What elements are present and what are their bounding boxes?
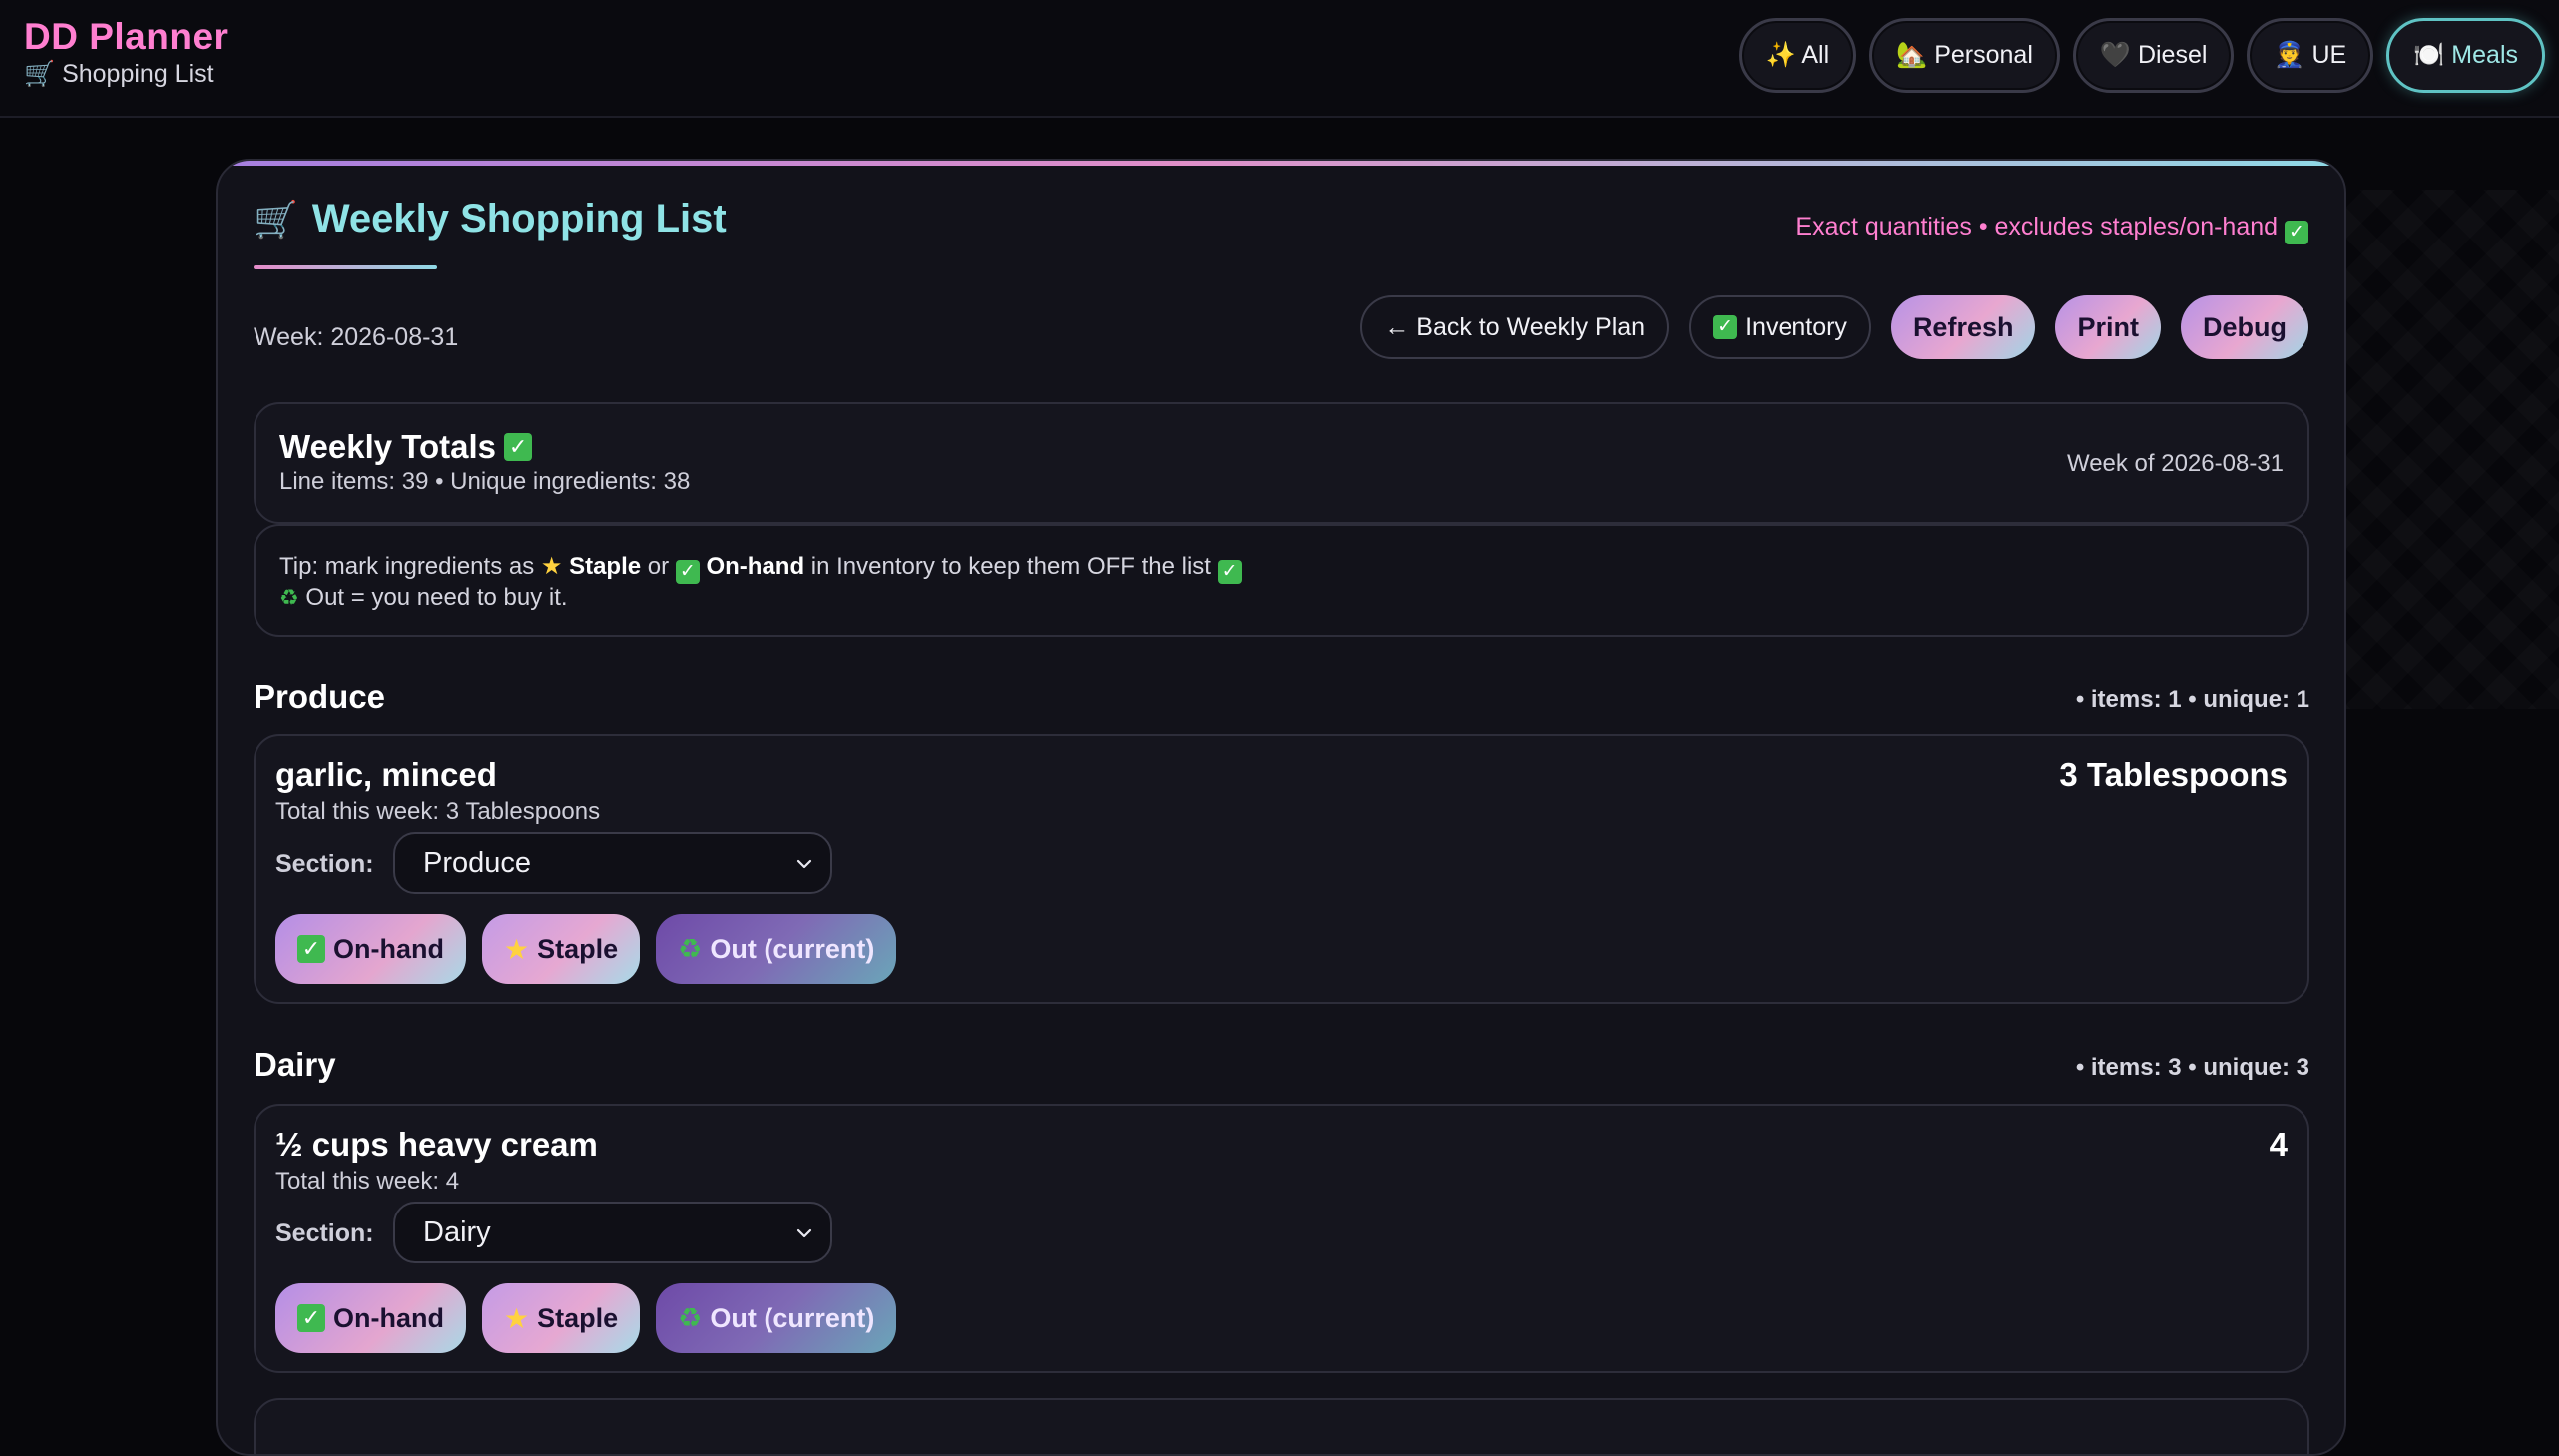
tip-text: Tip: mark ingredients as	[279, 553, 541, 580]
back-to-weekly-plan-button[interactable]: ← Back to Weekly Plan	[1360, 295, 1670, 359]
check-icon: ✓	[1713, 315, 1738, 339]
inventory-button[interactable]: ✓ Inventory	[1689, 295, 1871, 359]
check-icon: ✓	[2285, 221, 2308, 244]
tip-text: in Inventory to keep them OFF the list	[804, 553, 1211, 580]
weekly-totals-title: Weekly Totals ✓	[279, 428, 533, 466]
page-title-text: Weekly Shopping List	[311, 197, 727, 241]
nav-personal[interactable]: 🏡 Personal	[1869, 18, 2060, 93]
chevron-down-icon	[796, 1228, 812, 1238]
star-icon: ★	[503, 933, 530, 965]
recycle-icon: ♻	[678, 1302, 703, 1333]
item-total: Total this week: 4	[275, 1168, 460, 1195]
item-quantity: 3 Tablespoons	[2059, 756, 2288, 793]
section-select-value: Dairy	[423, 1215, 491, 1248]
on-hand-label: On-hand	[333, 1302, 444, 1333]
section-select[interactable]: Produce	[393, 832, 832, 894]
section-name: Dairy	[254, 1046, 336, 1083]
check-icon: ✓	[504, 433, 533, 461]
background-pattern	[2319, 190, 2559, 709]
cart-icon: 🛒	[254, 198, 298, 240]
item-actions: ✓ On-hand ★ Staple ♻ Out (current)	[275, 914, 897, 984]
item-name: garlic, minced	[275, 756, 497, 793]
week-label: Week: 2026-08-31	[254, 323, 459, 351]
list-item	[254, 1398, 2309, 1454]
brand: DD Planner 🛒 Shopping List	[24, 16, 228, 90]
debug-button[interactable]: Debug	[2181, 295, 2308, 359]
section-select-value: Produce	[423, 846, 532, 879]
star-icon: ★	[503, 1302, 530, 1334]
page-subnote-text: Exact quantities • excludes staples/on-h…	[1795, 213, 2279, 241]
top-nav: ✨ All 🏡 Personal 🖤 Diesel 👮 UE 🍽️ Meals	[1738, 18, 2545, 93]
tip-panel: Tip: mark ingredients as ★ Staple or ✓ O…	[254, 524, 2309, 637]
nav-all[interactable]: ✨ All	[1738, 18, 1857, 93]
chevron-down-icon	[796, 859, 812, 869]
tip-staple: Staple	[569, 553, 642, 580]
section-stats: • items: 3 • unique: 3	[2075, 1054, 2309, 1081]
tip-onhand: On-hand	[706, 553, 805, 580]
on-hand-label: On-hand	[333, 933, 444, 964]
section-header-dairy: Dairy • items: 3 • unique: 3	[254, 1046, 2309, 1086]
week-of-label: Week of 2026-08-31	[2066, 450, 2284, 477]
check-icon: ✓	[675, 560, 700, 584]
list-item: garlic, minced 3 Tablespoons Total this …	[254, 734, 2309, 1004]
section-field-label: Section:	[275, 1219, 374, 1247]
inventory-button-label: Inventory	[1745, 312, 1847, 341]
staple-button[interactable]: ★ Staple	[481, 1283, 641, 1353]
item-quantity: 4	[2269, 1126, 2288, 1163]
out-current-button[interactable]: ♻ Out (current)	[656, 1283, 897, 1353]
action-bar: ← Back to Weekly Plan ✓ Inventory Refres…	[1360, 295, 2308, 359]
app-title: DD Planner	[24, 16, 229, 57]
check-icon: ✓	[1217, 560, 1242, 584]
section-select[interactable]: Dairy	[393, 1202, 832, 1263]
top-bar: DD Planner 🛒 Shopping List ✨ All 🏡 Perso…	[0, 0, 2559, 118]
app-subtitle: 🛒 Shopping List	[24, 60, 214, 88]
section-header-produce: Produce • items: 1 • unique: 1	[254, 678, 2309, 718]
nav-meals[interactable]: 🍽️ Meals	[2386, 18, 2545, 93]
shopping-list-card: 🛒 Weekly Shopping List Exact quantities …	[216, 159, 2346, 1456]
nav-diesel[interactable]: 🖤 Diesel	[2072, 18, 2235, 93]
nav-ue[interactable]: 👮 UE	[2247, 18, 2374, 93]
tip-text: or	[641, 553, 676, 580]
weekly-totals-title-text: Weekly Totals	[279, 428, 497, 465]
recycle-icon: ♻	[279, 585, 299, 610]
print-button[interactable]: Print	[2055, 295, 2161, 359]
page-title: 🛒 Weekly Shopping List	[254, 197, 727, 242]
out-current-button[interactable]: ♻ Out (current)	[656, 914, 897, 984]
list-item: ½ cups heavy cream 4 Total this week: 4 …	[254, 1104, 2309, 1373]
weekly-totals-meta: Line items: 39 • Unique ingredients: 38	[279, 468, 691, 495]
on-hand-button[interactable]: ✓ On-hand	[275, 1283, 466, 1353]
tip-line: Tip: mark ingredients as ★ Staple or ✓ O…	[279, 552, 1242, 584]
star-icon: ★	[540, 553, 563, 580]
out-label: Out (current)	[710, 1302, 875, 1333]
refresh-button[interactable]: Refresh	[1890, 295, 2036, 359]
section-name: Produce	[254, 678, 386, 715]
staple-label: Staple	[537, 1302, 619, 1333]
staple-button[interactable]: ★ Staple	[481, 914, 641, 984]
staple-label: Staple	[537, 933, 619, 964]
section-stats: • items: 1 • unique: 1	[2075, 686, 2309, 713]
item-total: Total this week: 3 Tablespoons	[275, 798, 601, 825]
out-label: Out (current)	[710, 933, 875, 964]
check-icon: ✓	[297, 1304, 325, 1332]
weekly-totals-panel: Weekly Totals ✓ Line items: 39 • Unique …	[254, 402, 2309, 524]
page-subnote: Exact quantities • excludes staples/on-h…	[1795, 213, 2308, 244]
item-name: ½ cups heavy cream	[275, 1126, 598, 1163]
check-icon: ✓	[297, 935, 325, 963]
recycle-icon: ♻	[678, 933, 703, 964]
title-underline	[254, 265, 437, 269]
section-field-label: Section:	[275, 850, 374, 878]
item-actions: ✓ On-hand ★ Staple ♻ Out (current)	[275, 1283, 897, 1353]
on-hand-button[interactable]: ✓ On-hand	[275, 914, 466, 984]
tip-out-text: Out = you need to buy it.	[305, 584, 568, 611]
tip-line-out: ♻ Out = you need to buy it.	[279, 584, 568, 612]
